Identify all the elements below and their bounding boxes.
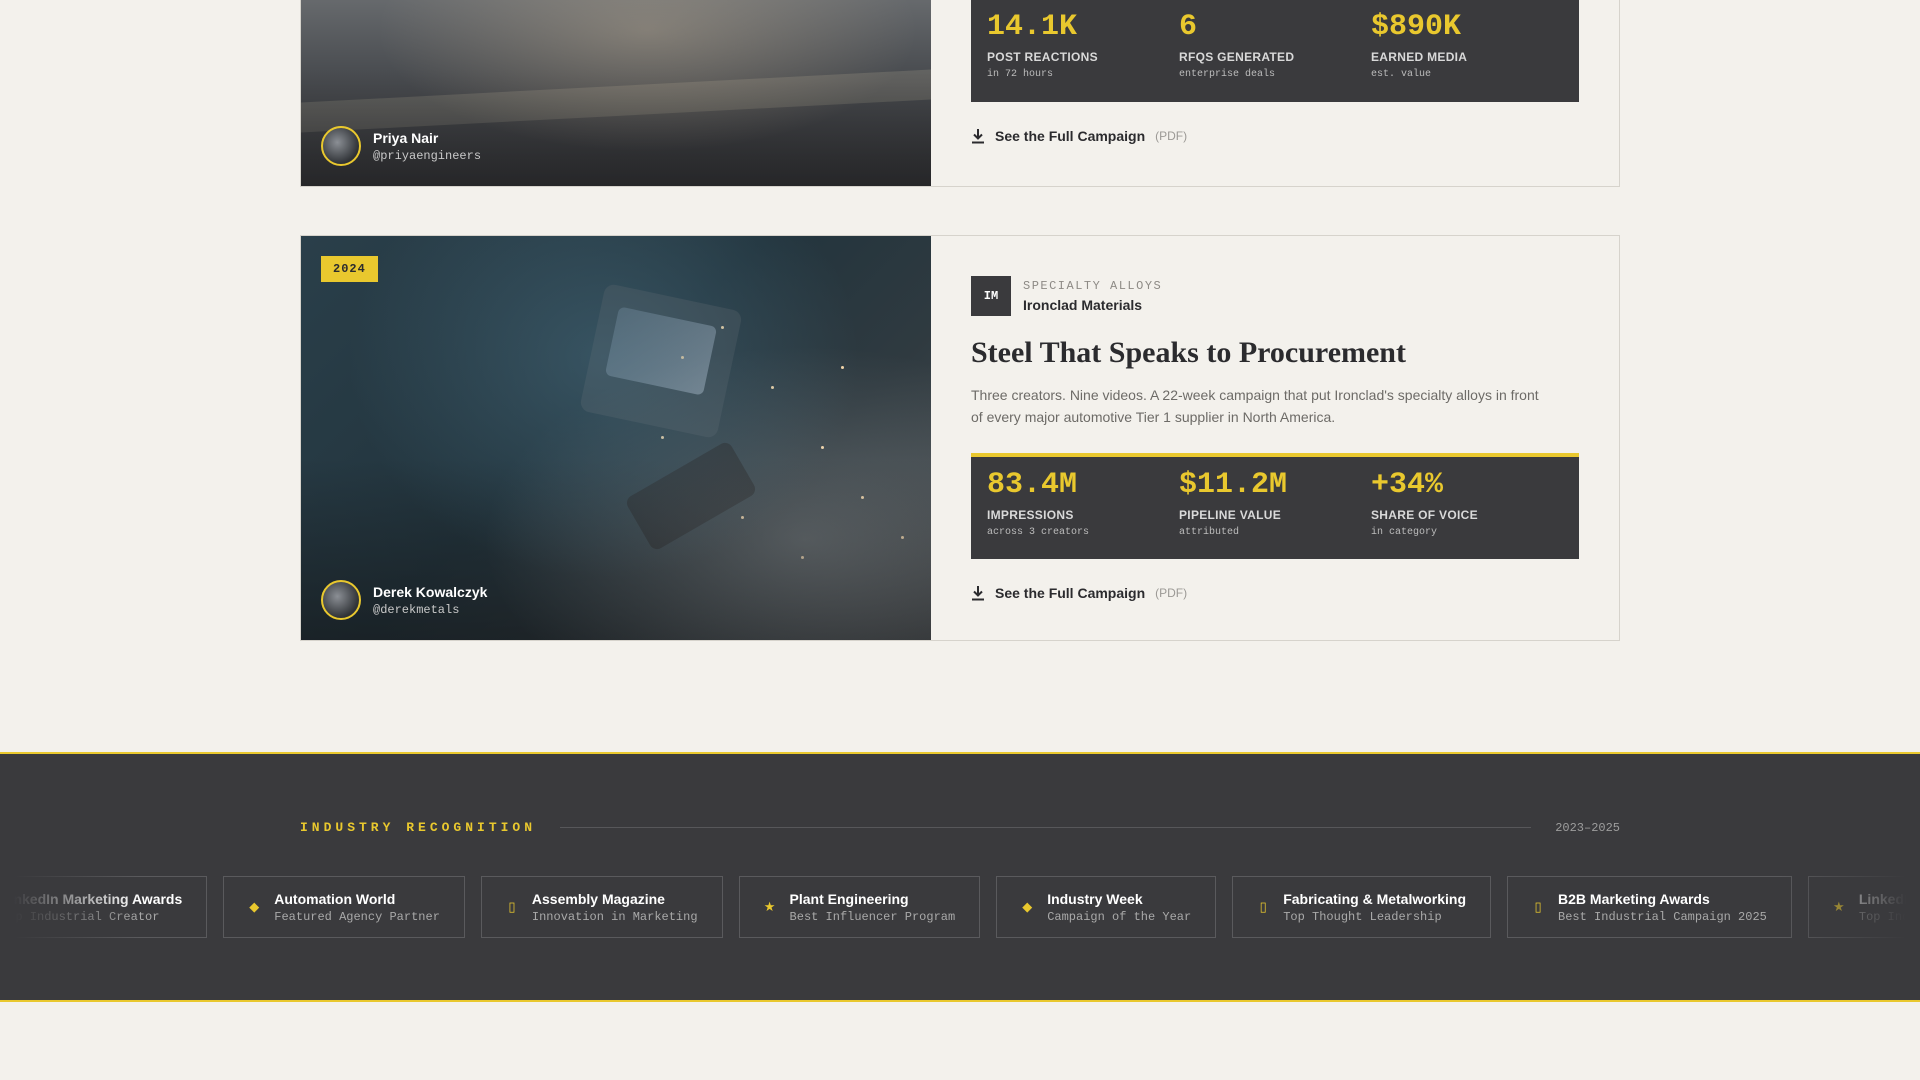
award-item: ★ LinkedIn Marketing Awards Top Industria…: [1807, 876, 1920, 938]
download-icon: [972, 129, 984, 144]
award-name: LinkedIn Marketing Awards: [1, 890, 183, 907]
case-study-description: Three creators. Nine videos. A 22-week c…: [971, 387, 1539, 426]
creator-name: Derek Kowalczyk: [373, 583, 488, 600]
stat-label: IMPRESSIONS: [987, 507, 1074, 522]
pdf-link-suffix: (PDF): [1155, 585, 1188, 600]
award-name: Industry Week: [1047, 890, 1143, 907]
award-subtitle: Top Industrial Creator: [1, 909, 160, 924]
brand-category: SPECIALTY ALLOYS: [1023, 279, 1163, 293]
placeholder-glyph-icon: ▯: [1259, 899, 1267, 914]
case-study-title: Steel That Speaks to Procurement: [971, 336, 1406, 369]
stat-label: RFQS GENERATED: [1179, 50, 1295, 64]
placeholder-glyph-icon: ▯: [1534, 899, 1542, 914]
section-title: INDUSTRY RECOGNITION: [300, 820, 537, 835]
stat-value: $890K: [1371, 10, 1462, 44]
case-study-card-1: Priya Nair @priyaengineers 14.1K POST RE…: [300, 0, 1620, 187]
award-subtitle: Best Influencer Program: [789, 909, 956, 924]
award-name: Automation World: [274, 890, 396, 907]
case-study-image-2: 2024 Derek Kowalczyk @derekmetals: [301, 236, 931, 640]
award-item: ▯ B2B Marketing Awards Best Industrial Ca…: [1507, 876, 1792, 938]
award-name: Fabricating & Metalworking: [1283, 890, 1467, 907]
creator-handle: @priyaengineers: [373, 148, 482, 163]
stat-sub: in category: [1371, 526, 1438, 538]
stat-label: SHARE OF VOICE: [1371, 507, 1478, 522]
avatar: [321, 126, 361, 166]
award-subtitle: Top Industrial Creator: [1858, 909, 1920, 924]
award-item: ▯ Fabricating & Metalworking Top Thought …: [1232, 876, 1492, 938]
avatar: [321, 580, 361, 620]
stat: 83.4M IMPRESSIONS across 3 creators: [987, 467, 1179, 545]
stat: $890K EARNED MEDIA est. value: [1371, 11, 1563, 88]
award-item: ★ Plant Engineering Best Influencer Progr…: [738, 876, 981, 938]
stat-sub: across 3 creators: [987, 526, 1090, 538]
stat-sub: enterprise deals: [1179, 69, 1276, 80]
stat-label: EARNED MEDIA: [1371, 50, 1468, 64]
full-campaign-pdf-link[interactable]: See the Full Campaign (PDF): [971, 585, 1579, 601]
award-name: Plant Engineering: [789, 890, 909, 907]
case-study-image-1: Priya Nair @priyaengineers: [301, 0, 931, 186]
stats-panel: 83.4M IMPRESSIONS across 3 creators $11.…: [971, 452, 1579, 559]
award-subtitle: Best Industrial Campaign 2025: [1558, 909, 1767, 924]
case-study-content-2: IM SPECIALTY ALLOYS Ironclad Materials S…: [931, 236, 1619, 640]
stats-panel: 14.1K POST REACTIONS in 72 hours 6 RFQS …: [971, 0, 1579, 102]
award-name: LinkedIn Marketing Awards: [1858, 890, 1920, 907]
award-subtitle: Campaign of the Year: [1047, 909, 1192, 924]
creator-handle: @derekmetals: [373, 602, 460, 617]
diamond-icon: ◆: [1022, 899, 1033, 914]
download-icon: [972, 585, 984, 601]
awards-marquee: ★ LinkedIn Marketing Awards Top Industria…: [0, 876, 1920, 938]
award-name: B2B Marketing Awards: [1558, 890, 1710, 907]
award-item: ◆ Automation World Featured Agency Partne…: [223, 876, 465, 938]
stat-label: PIPELINE VALUE: [1179, 507, 1281, 522]
stat-sub: attributed: [1179, 526, 1240, 538]
pdf-link-label: See the Full Campaign: [995, 584, 1146, 601]
award-item: ◆ Industry Week Campaign of the Year: [996, 876, 1217, 938]
industry-recognition-section: INDUSTRY RECOGNITION 2023–2025 ★ LinkedI…: [0, 752, 1920, 1002]
creator-credit[interactable]: Derek Kowalczyk @derekmetals: [321, 580, 487, 620]
brand-name: Ironclad Materials: [1023, 297, 1143, 313]
star-icon: ★: [1833, 899, 1845, 914]
brand-header: IM SPECIALTY ALLOYS Ironclad Materials: [971, 276, 1579, 316]
award-subtitle: Innovation in Marketing: [531, 909, 698, 924]
stat: 14.1K POST REACTIONS in 72 hours: [987, 11, 1179, 88]
pdf-link-suffix: (PDF): [1155, 129, 1188, 143]
recognition-header: INDUSTRY RECOGNITION 2023–2025: [300, 820, 1620, 835]
stat-value: +34%: [1371, 467, 1444, 502]
stat-value: 6: [1179, 10, 1198, 44]
year-range: 2023–2025: [1555, 820, 1620, 835]
award-item: ★ LinkedIn Marketing AwardsTop Industria…: [0, 876, 208, 938]
case-study-card-2: 2024 Derek Kowalczyk @derekmetals IM SPE…: [300, 235, 1620, 641]
stat-label: POST REACTIONS: [987, 50, 1098, 64]
stat-sub: est. value: [1371, 69, 1432, 80]
creator-name: Priya Nair: [373, 129, 439, 146]
stat-value: 83.4M: [987, 467, 1078, 502]
creator-credit[interactable]: Priya Nair @priyaengineers: [321, 126, 481, 166]
award-subtitle: Top Thought Leadership: [1283, 909, 1442, 924]
star-icon: ★: [763, 899, 776, 914]
placeholder-glyph-icon: ▯: [508, 899, 516, 914]
year-badge: 2024: [321, 256, 378, 282]
stat-value: $11.2M: [1179, 467, 1288, 502]
stat-sub: in 72 hours: [987, 69, 1054, 80]
award-item: ▯ Assembly Magazine Innovation in Marketi…: [480, 876, 723, 938]
stat-value: 14.1K: [987, 10, 1078, 44]
pdf-link-label: See the Full Campaign: [995, 128, 1146, 144]
brand-logo: IM: [971, 276, 1011, 316]
award-name: Assembly Magazine: [531, 890, 665, 907]
stat: $11.2M PIPELINE VALUE attributed: [1179, 467, 1371, 545]
stat: +34% SHARE OF VOICE in category: [1371, 467, 1563, 545]
diamond-icon: ◆: [249, 899, 260, 914]
stat: 6 RFQS GENERATED enterprise deals: [1179, 11, 1371, 88]
divider: [560, 827, 1532, 828]
full-campaign-pdf-link[interactable]: See the Full Campaign (PDF): [971, 128, 1579, 144]
case-study-content-1: 14.1K POST REACTIONS in 72 hours 6 RFQS …: [931, 0, 1619, 186]
award-subtitle: Featured Agency Partner: [274, 909, 440, 924]
